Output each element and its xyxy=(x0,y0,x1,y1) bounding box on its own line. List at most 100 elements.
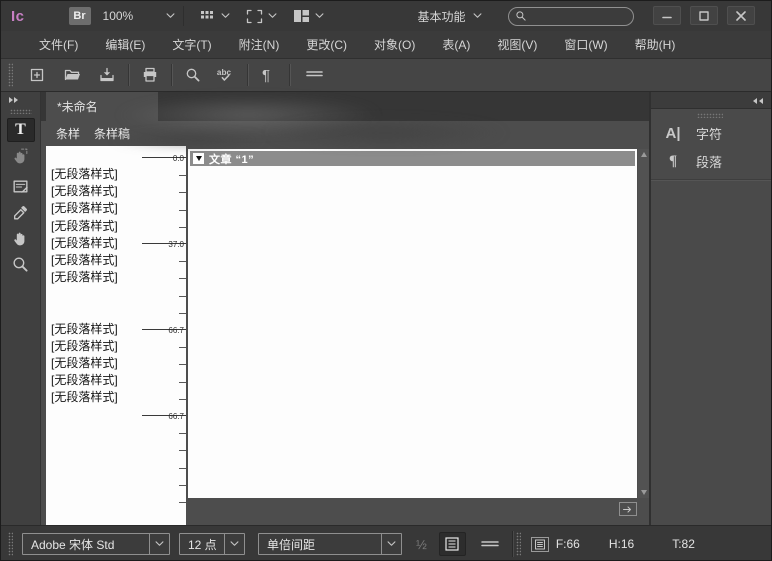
galley-style-row[interactable]: [无段落样式] xyxy=(46,355,140,372)
view-options-dropdown[interactable] xyxy=(192,9,238,23)
bridge-button[interactable]: Br xyxy=(69,7,91,25)
document-tabstrip: *未命名 xyxy=(41,92,651,121)
line-info-button[interactable] xyxy=(531,537,549,552)
document-area: *未命名 条样 条样稿 [无段落样式][无段落样式][无段落样式][无段落样式]… xyxy=(41,92,651,525)
toolbar-menu-button[interactable] xyxy=(304,65,324,85)
statusbar-menu-button[interactable] xyxy=(480,538,500,550)
story-editor[interactable]: 文章 “1” xyxy=(188,149,637,498)
open-button[interactable] xyxy=(62,65,82,85)
menu-item[interactable]: 文字(T) xyxy=(172,36,211,53)
collapse-panels-icon[interactable] xyxy=(752,97,764,105)
text-count: T:82 xyxy=(672,537,695,551)
font-size-dropdown[interactable]: 12 点 xyxy=(179,533,245,555)
toolbar-grip-handle[interactable] xyxy=(8,63,13,87)
minimize-button[interactable] xyxy=(653,6,681,25)
story-collapse-button[interactable] xyxy=(193,153,204,164)
toolbar: abc ¶ xyxy=(1,59,771,92)
document-tab[interactable]: *未命名 xyxy=(46,92,158,121)
type-tool[interactable]: T xyxy=(7,118,35,142)
tools-grip-handle[interactable] xyxy=(10,109,32,114)
menu-item[interactable]: 窗口(W) xyxy=(564,36,607,53)
galley-style-row[interactable]: [无段落样式] xyxy=(46,372,140,389)
panel-tab-character[interactable]: A| 字符 xyxy=(651,119,771,147)
menu-item[interactable]: 视图(V) xyxy=(497,36,537,53)
fraction-button[interactable]: ½ xyxy=(416,537,427,552)
menu-item[interactable]: 文件(F) xyxy=(39,36,78,53)
divider xyxy=(128,64,129,86)
menu-item[interactable]: 附注(N) xyxy=(239,36,280,53)
galley-style-row[interactable]: [无段落样式] xyxy=(46,252,140,269)
menu-item[interactable]: 更改(C) xyxy=(306,36,347,53)
search-input[interactable] xyxy=(531,10,621,22)
arrange-documents-dropdown[interactable] xyxy=(285,9,332,23)
panel-label: 字符 xyxy=(696,124,722,143)
panel-grip-handle[interactable] xyxy=(697,113,723,118)
galley-style-row[interactable]: [无段落样式] xyxy=(46,235,140,252)
hidden-characters-button[interactable]: ¶ xyxy=(258,65,278,85)
galley-style-row[interactable]: [无段落样式] xyxy=(46,166,140,183)
galley-style-row[interactable]: [无段落样式] xyxy=(46,389,140,406)
workspace-label: 基本功能 xyxy=(418,8,466,25)
galley-view-button[interactable] xyxy=(439,532,466,556)
galley-style-row[interactable] xyxy=(46,304,140,321)
story-header-bar[interactable]: 文章 “1” xyxy=(190,151,635,166)
frame-edges-dropdown[interactable] xyxy=(238,9,285,24)
frame-edges-icon xyxy=(246,9,263,24)
panel-tab-paragraph[interactable]: ¶ 段落 xyxy=(651,147,771,175)
eyedropper-tool[interactable] xyxy=(7,200,35,224)
chevron-down-icon xyxy=(166,13,175,19)
tab-galley-proof[interactable]: 条样稿 xyxy=(94,125,130,142)
zoom-tool[interactable] xyxy=(7,252,35,276)
toolbar-menu-icon xyxy=(305,68,324,82)
story-jump-button[interactable] xyxy=(619,502,637,516)
close-button[interactable] xyxy=(727,6,755,25)
tab-galley[interactable]: 条样 xyxy=(56,125,80,142)
panel-dock: A| 字符 ¶ 段落 xyxy=(649,92,771,525)
search-icon xyxy=(184,66,202,84)
position-tool[interactable] xyxy=(7,144,35,168)
divider xyxy=(512,531,513,557)
statusbar-grip-handle[interactable] xyxy=(516,532,521,556)
scroll-up-icon[interactable] xyxy=(641,152,647,157)
new-document-icon xyxy=(28,66,46,84)
expand-panel-icon[interactable] xyxy=(8,96,20,104)
font-family-dropdown[interactable]: Adobe 宋体 Std xyxy=(22,533,170,555)
galley-style-row[interactable]: [无段落样式] xyxy=(46,321,140,338)
new-document-button[interactable] xyxy=(27,65,47,85)
galley-style-row[interactable]: [无段落样式] xyxy=(46,338,140,355)
save-button[interactable] xyxy=(97,65,117,85)
spellcheck-button[interactable]: abc xyxy=(216,65,236,85)
hand-tool[interactable] xyxy=(7,226,35,250)
galley-style-row[interactable] xyxy=(46,286,140,303)
triangle-down-icon xyxy=(196,156,202,161)
statusbar-grip-handle[interactable] xyxy=(8,532,13,556)
leading-dropdown[interactable]: 单倍间距 xyxy=(258,533,402,555)
workspace: T xyxy=(1,92,771,525)
menu-item[interactable]: 表(A) xyxy=(442,36,470,53)
menu-item[interactable]: 帮助(H) xyxy=(635,36,676,53)
chevron-down-icon xyxy=(230,541,239,547)
workspace-switcher-dropdown[interactable]: 基本功能 xyxy=(418,8,482,25)
note-tool-icon xyxy=(11,177,30,196)
galley-style-row[interactable]: [无段落样式] xyxy=(46,218,140,235)
print-button[interactable] xyxy=(140,65,160,85)
chevron-down-icon xyxy=(387,541,396,547)
galley-style-row[interactable]: [无段落样式] xyxy=(46,183,140,200)
paragraph-icon: ¶ xyxy=(663,153,683,170)
zoom-level-dropdown[interactable]: 100% xyxy=(103,9,175,23)
galley-style-row[interactable]: [无段落样式] xyxy=(46,269,140,286)
minimize-icon xyxy=(662,12,672,20)
galley-style-row[interactable]: [无段落样式] xyxy=(46,200,140,217)
menu-item[interactable]: 对象(O) xyxy=(374,36,415,53)
chevron-down-icon xyxy=(221,13,230,19)
maximize-button[interactable] xyxy=(690,6,718,25)
font-size-value: 12 点 xyxy=(180,536,224,553)
search-box[interactable] xyxy=(508,7,634,26)
menu-item[interactable]: 编辑(E) xyxy=(105,36,145,53)
eyedropper-icon xyxy=(11,203,30,222)
story-title: 文章 “1” xyxy=(209,151,254,167)
find-button[interactable] xyxy=(183,65,203,85)
note-tool[interactable] xyxy=(7,174,35,198)
zoom-level-value: 100% xyxy=(103,9,134,23)
scroll-down-icon[interactable] xyxy=(641,490,647,495)
